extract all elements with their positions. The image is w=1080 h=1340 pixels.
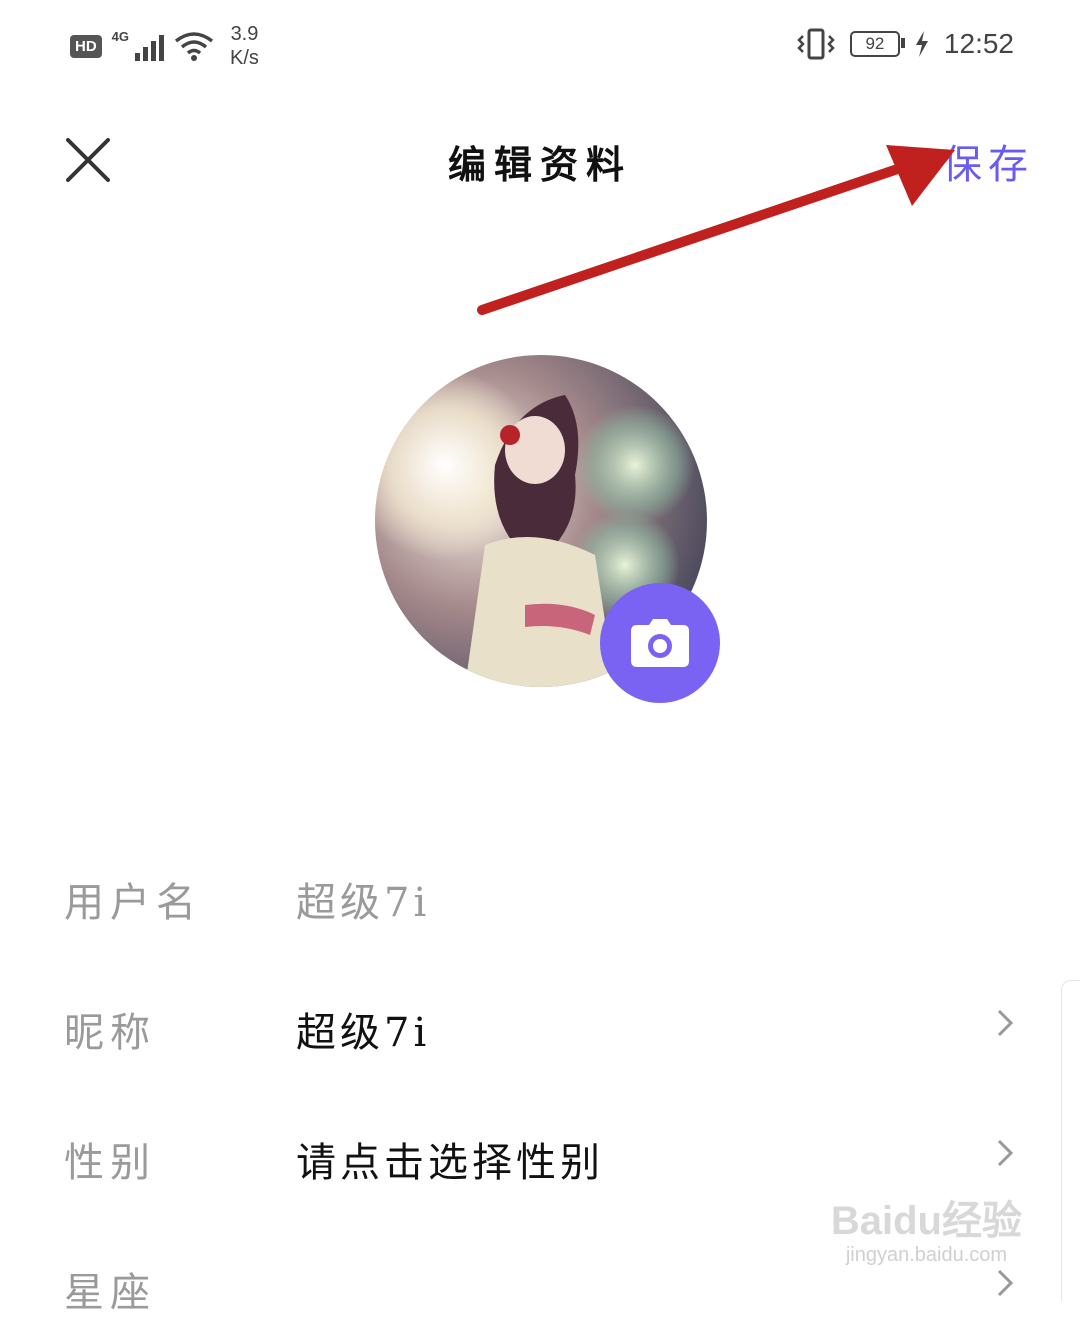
battery-indicator: 92: [849, 31, 905, 57]
hd-badge: HD: [70, 34, 102, 58]
wifi-icon: [174, 32, 214, 61]
change-avatar-button[interactable]: [600, 583, 720, 703]
constellation-label: 星座: [64, 1270, 156, 1316]
nickname-value: 超级7i: [296, 1010, 431, 1056]
chevron-right-icon: [997, 1269, 1014, 1297]
status-left: HD 4G 3.9 K/s: [70, 22, 259, 70]
username-label: 用户名: [64, 880, 202, 926]
watermark-brand: Baidu经验: [830, 1199, 1022, 1243]
status-bar: HD 4G 3.9 K/s 92 12:52: [0, 0, 1080, 90]
page-title: 编辑资料: [447, 142, 632, 187]
gender-value: 请点击选择性别: [296, 1140, 604, 1186]
clock: 12:52: [943, 28, 1014, 59]
status-right: 92 12:52: [796, 28, 1014, 60]
network-type: 4G: [111, 28, 130, 44]
save-button[interactable]: 保存: [942, 132, 1034, 190]
network-speed: 3.9 K/s: [230, 22, 259, 70]
speed-value: 3.9: [230, 23, 259, 45]
chevron-right-icon: [997, 1139, 1014, 1167]
signal-icon: [135, 31, 165, 61]
top-app-bar: 编辑资料 保存: [0, 110, 1080, 206]
charging-icon: [915, 31, 928, 57]
username-value: 超级7i: [296, 880, 431, 926]
chevron-right-icon: [997, 1009, 1014, 1037]
nickname-row[interactable]: 昵称 超级7i: [0, 970, 1080, 1080]
watermark-url: jingyan.baidu.com: [845, 1244, 1008, 1266]
camera-icon: [631, 619, 689, 667]
baidu-watermark: Baidu经验 jingyan.baidu.com: [831, 1188, 1022, 1267]
username-row: 用户名 超级7i: [0, 840, 1080, 950]
nickname-label: 昵称: [64, 1010, 156, 1056]
speed-unit: K/s: [230, 47, 259, 69]
scroll-edge: [1061, 980, 1080, 1301]
battery-level: 92: [865, 34, 885, 53]
vibrate-icon: [797, 28, 835, 60]
gender-label: 性别: [64, 1140, 156, 1186]
